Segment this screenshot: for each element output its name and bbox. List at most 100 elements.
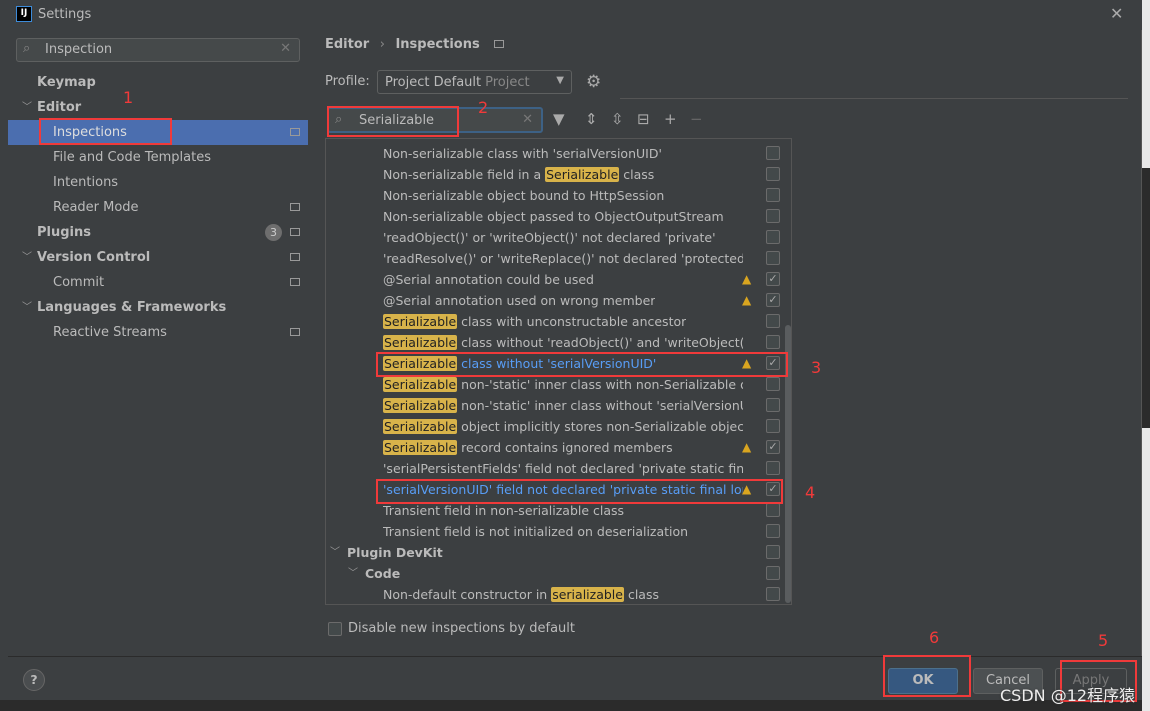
inspection-row[interactable]: Serializable non-'static' inner class wi… bbox=[326, 395, 786, 416]
inspection-row[interactable]: @Serial annotation used on wrong member ▲… bbox=[326, 290, 786, 311]
breadcrumb-editor[interactable]: Editor bbox=[325, 37, 369, 52]
chevron-down-icon[interactable]: ﹀ bbox=[22, 95, 32, 120]
inspection-checkbox[interactable] bbox=[766, 461, 780, 475]
annotation-box-6 bbox=[883, 655, 971, 697]
profile-value: Project Default bbox=[385, 75, 482, 90]
help-button[interactable]: ? bbox=[23, 669, 45, 691]
inspection-label: Serializable non-'static' inner class wi… bbox=[383, 374, 743, 395]
sidebar-item-version-control[interactable]: ﹀ Version Control bbox=[8, 245, 308, 270]
clear-icon[interactable]: ✕ bbox=[280, 41, 291, 56]
disable-new-inspections-label: Disable new inspections by default bbox=[348, 621, 576, 636]
sidebar-item-commit[interactable]: Commit bbox=[8, 270, 308, 295]
inspection-label: Transient field is not initialized on de… bbox=[383, 521, 688, 542]
inspection-checkbox[interactable] bbox=[766, 419, 780, 433]
inspection-row[interactable]: ﹀ Plugin DevKit bbox=[326, 542, 786, 563]
expand-all-icon[interactable]: ⇕ bbox=[585, 110, 598, 128]
inspection-row[interactable]: Non-serializable class with 'serialVersi… bbox=[326, 143, 786, 164]
inspection-checkbox[interactable]: ✓ bbox=[766, 293, 780, 307]
label-text: class with unconstructable ancestor bbox=[457, 314, 687, 329]
sidebar-item-keymap[interactable]: Keymap bbox=[8, 70, 308, 95]
collapse-all-icon[interactable]: ⇳ bbox=[611, 110, 624, 128]
disable-new-inspections-checkbox[interactable] bbox=[328, 622, 342, 636]
count-badge: 3 bbox=[265, 224, 282, 241]
sidebar-item-editor[interactable]: ﹀ Editor bbox=[8, 95, 308, 120]
inspection-row[interactable]: ﹀ Code bbox=[326, 563, 786, 584]
chevron-down-icon[interactable]: ﹀ bbox=[348, 563, 358, 584]
inspection-checkbox[interactable] bbox=[766, 566, 780, 580]
inspection-label: Serializable class without 'readObject()… bbox=[383, 332, 743, 353]
inspection-checkbox[interactable] bbox=[766, 398, 780, 412]
inspection-row[interactable]: Serializable class with unconstructable … bbox=[326, 311, 786, 332]
inspection-row[interactable]: Serializable non-'static' inner class wi… bbox=[326, 374, 786, 395]
inspection-checkbox[interactable] bbox=[766, 545, 780, 559]
inspection-checkbox[interactable] bbox=[766, 503, 780, 517]
close-icon[interactable]: ✕ bbox=[1110, 4, 1123, 23]
sidebar-item-label: Reader Mode bbox=[53, 200, 139, 215]
inspection-label: Non-serializable object passed to Object… bbox=[383, 206, 724, 227]
filter-icon[interactable]: ▼ bbox=[553, 110, 565, 128]
inspection-row[interactable]: Serializable object implicitly stores no… bbox=[326, 416, 786, 437]
annotation-box-2 bbox=[327, 106, 459, 137]
sidebar-item-languages-frameworks[interactable]: ﹀ Languages & Frameworks bbox=[8, 295, 308, 320]
sidebar-item-reader-mode[interactable]: Reader Mode bbox=[8, 195, 308, 220]
inspection-checkbox[interactable] bbox=[766, 314, 780, 328]
settings-search-input[interactable]: ⌕ Inspection ✕ bbox=[16, 38, 300, 62]
inspection-checkbox[interactable] bbox=[766, 167, 780, 181]
inspection-row[interactable]: Non-serializable object bound to HttpSes… bbox=[326, 185, 786, 206]
inspection-checkbox[interactable]: ✓ bbox=[766, 272, 780, 286]
chevron-down-icon[interactable]: ﹀ bbox=[22, 245, 32, 270]
profile-label: Profile: bbox=[325, 74, 370, 89]
inspection-label: Non-default constructor in serializable … bbox=[383, 584, 659, 604]
inspection-row[interactable]: Non-serializable field in a Serializable… bbox=[326, 164, 786, 185]
reset-icon[interactable]: ⊟ bbox=[637, 110, 650, 128]
inspection-row[interactable]: Transient field is not initialized on de… bbox=[326, 521, 786, 542]
inspection-checkbox[interactable] bbox=[766, 251, 780, 265]
inspection-label: 'readObject()' or 'writeObject()' not de… bbox=[383, 227, 716, 248]
clear-icon[interactable]: ✕ bbox=[522, 112, 533, 127]
chevron-down-icon[interactable]: ﹀ bbox=[22, 295, 32, 320]
inspection-checkbox[interactable] bbox=[766, 335, 780, 349]
inspection-checkbox[interactable] bbox=[766, 524, 780, 538]
inspection-row[interactable]: @Serial annotation could be used ▲ ✓ bbox=[326, 269, 786, 290]
profile-dropdown[interactable]: Project Default Project ▼ bbox=[377, 70, 572, 94]
add-icon[interactable]: + bbox=[664, 110, 677, 128]
label-text: non-'static' inner class with non-Serial… bbox=[457, 377, 743, 392]
divider bbox=[620, 98, 1128, 99]
sidebar-item-file-and-code-templates[interactable]: File and Code Templates bbox=[8, 145, 308, 170]
inspection-label: Non-serializable class with 'serialVersi… bbox=[383, 143, 662, 164]
breadcrumb-separator: › bbox=[379, 37, 385, 52]
sidebar-item-reactive-streams[interactable]: Reactive Streams bbox=[8, 320, 308, 345]
sidebar-item-label: Editor bbox=[37, 100, 82, 115]
search-match-highlight: Serializable bbox=[545, 167, 620, 182]
chevron-down-icon[interactable]: ﹀ bbox=[330, 542, 340, 563]
dialog-footer bbox=[8, 657, 1142, 700]
annotation-box-1 bbox=[39, 118, 172, 145]
sidebar-item-label: Commit bbox=[53, 275, 105, 290]
sidebar-item-plugins[interactable]: Plugins 3 bbox=[8, 220, 308, 245]
inspection-checkbox[interactable] bbox=[766, 146, 780, 160]
inspection-label: @Serial annotation could be used bbox=[383, 269, 594, 290]
inspection-row[interactable]: 'serialPersistentFields' field not decla… bbox=[326, 458, 786, 479]
inspection-checkbox[interactable] bbox=[766, 188, 780, 202]
inspection-checkbox[interactable] bbox=[766, 209, 780, 223]
sidebar-item-intentions[interactable]: Intentions bbox=[8, 170, 308, 195]
label-text: Plugin DevKit bbox=[347, 545, 443, 560]
inspection-checkbox[interactable] bbox=[766, 377, 780, 391]
inspection-label: @Serial annotation used on wrong member bbox=[383, 290, 655, 311]
inspection-label: 'serialPersistentFields' field not decla… bbox=[383, 458, 743, 479]
inspection-row[interactable]: 'readObject()' or 'writeObject()' not de… bbox=[326, 227, 786, 248]
inspection-label: Non-serializable object bound to HttpSes… bbox=[383, 185, 664, 206]
remove-icon[interactable]: − bbox=[690, 110, 703, 128]
inspection-row[interactable]: Serializable class without 'readObject()… bbox=[326, 332, 786, 353]
inspection-row[interactable]: 'readResolve()' or 'writeReplace()' not … bbox=[326, 248, 786, 269]
inspection-checkbox[interactable] bbox=[766, 587, 780, 601]
inspection-row[interactable]: Non-serializable object passed to Object… bbox=[326, 206, 786, 227]
inspection-label: Serializable class with unconstructable … bbox=[383, 311, 686, 332]
inspection-checkbox[interactable]: ✓ bbox=[766, 440, 780, 454]
warning-icon: ▲ bbox=[742, 272, 752, 286]
inspection-row[interactable]: Serializable record contains ignored mem… bbox=[326, 437, 786, 458]
gear-icon[interactable]: ⚙ bbox=[586, 72, 601, 92]
inspection-checkbox[interactable] bbox=[766, 230, 780, 244]
inspection-row[interactable]: Non-default constructor in serializable … bbox=[326, 584, 786, 604]
page-icon bbox=[290, 278, 300, 286]
